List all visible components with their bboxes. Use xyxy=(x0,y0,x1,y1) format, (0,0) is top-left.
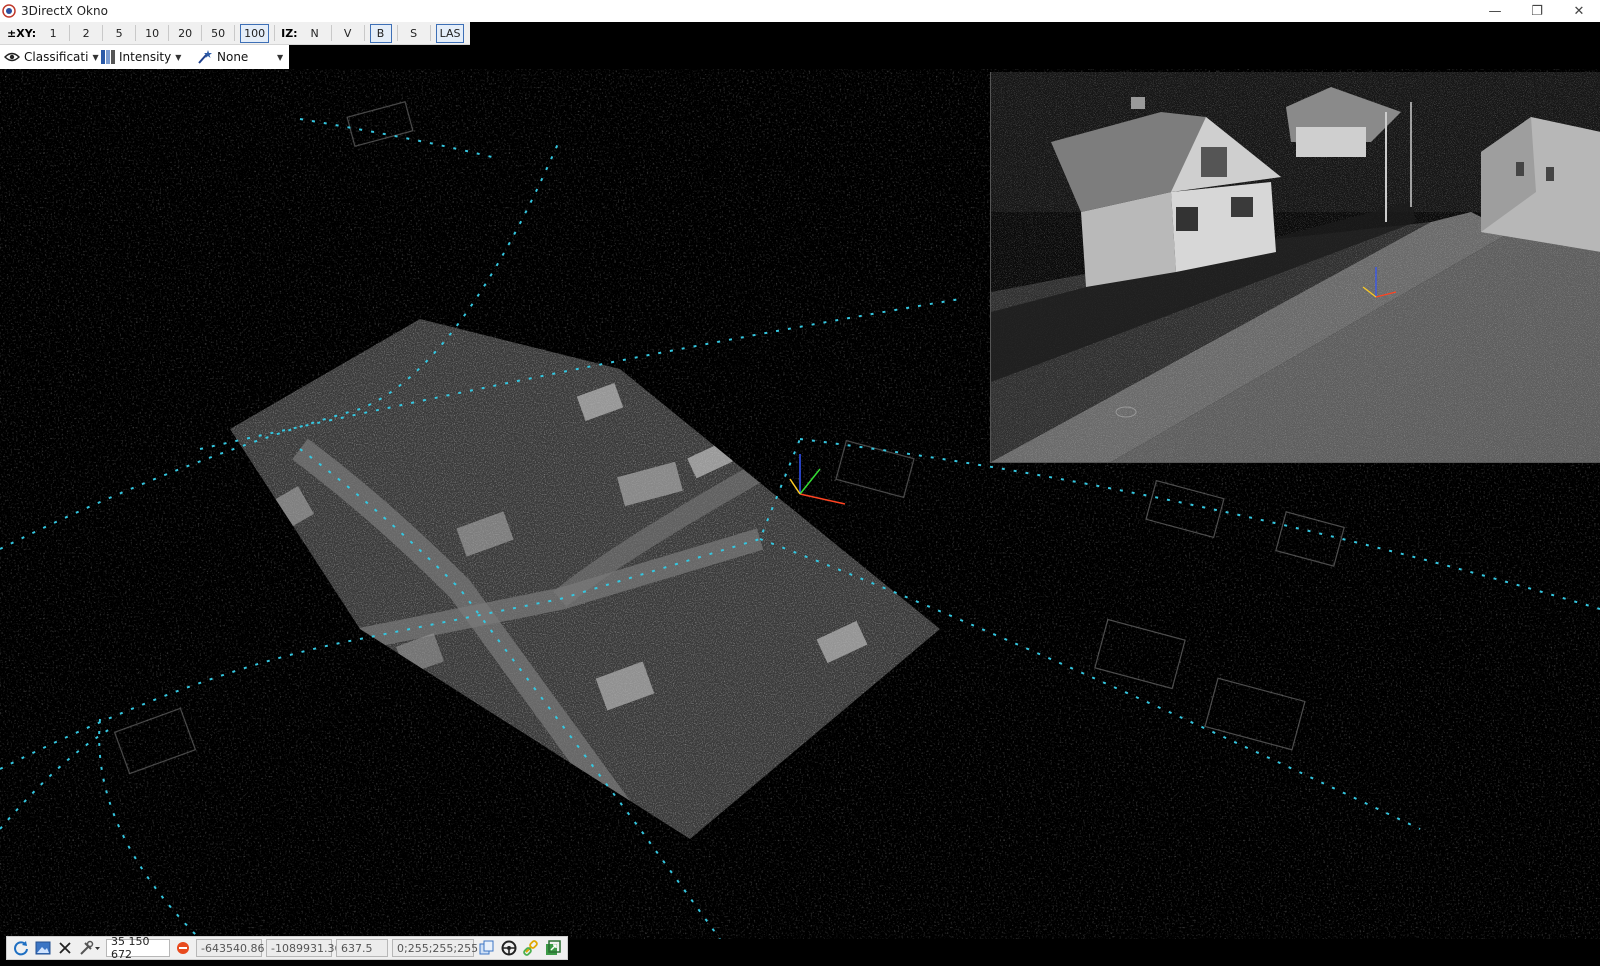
las-button[interactable]: LAS xyxy=(435,23,465,43)
export-icon[interactable] xyxy=(543,938,563,958)
xy-step-label: ±XY: xyxy=(7,26,37,40)
steering-wheel-icon[interactable] xyxy=(499,938,519,958)
xy-step-1-button[interactable]: 1 xyxy=(42,24,64,43)
street-view-inset[interactable] xyxy=(990,72,1600,463)
toolbar-separator xyxy=(102,25,104,41)
xy-step-2-button[interactable]: 2 xyxy=(75,24,97,43)
filter-dropdown[interactable]: None ▼ xyxy=(197,46,289,68)
color-mode-dropdown[interactable]: Intensity ▼ xyxy=(101,46,193,68)
rgba-value-field: 0;255;255;255 xyxy=(392,939,478,957)
z-mode-label: IZ: xyxy=(281,26,298,40)
color-mode-value: Intensity xyxy=(119,50,172,64)
xy-step-100-button[interactable]: 100 xyxy=(240,23,270,43)
link-icon[interactable] xyxy=(521,938,541,958)
xy-step-50-button[interactable]: 50 xyxy=(207,24,229,43)
restore-button[interactable]: ❐ xyxy=(1516,0,1558,22)
xy-step-10-button[interactable]: 10 xyxy=(141,24,163,43)
toolbar-separator xyxy=(69,25,71,41)
wand-icon xyxy=(197,50,213,64)
z-mode-s-button[interactable]: S xyxy=(403,24,425,43)
display-toolbar: Classificati ▼ Intensity ▼ None ▼ xyxy=(0,45,289,69)
app-logo-icon xyxy=(2,4,16,18)
xy-step-20-button[interactable]: 20 xyxy=(174,24,196,43)
z-mode-n-button[interactable]: N xyxy=(304,24,326,43)
z-mode-b-button[interactable]: B xyxy=(369,23,392,43)
image-icon[interactable] xyxy=(33,938,53,958)
x-coordinate-field: -643540.86 xyxy=(196,939,264,957)
status-toolbar: 35 150 672 -643540.86 -1089931.36 637.5 … xyxy=(6,935,568,961)
window-controls: — ❐ ✕ xyxy=(1474,0,1600,22)
filter-value: None xyxy=(217,50,249,64)
stop-icon[interactable] xyxy=(173,938,193,958)
toolbar-separator xyxy=(274,25,276,41)
toolbar-separator xyxy=(234,25,236,41)
close-button[interactable]: ✕ xyxy=(1558,0,1600,22)
toolbar-separator xyxy=(135,25,137,41)
minimize-button[interactable]: — xyxy=(1474,0,1516,22)
tools-icon[interactable] xyxy=(77,938,103,958)
xy-step-5-button[interactable]: 5 xyxy=(108,24,130,43)
toolbar-separator xyxy=(363,25,365,41)
title-bar: 3DirectX Okno — ❐ ✕ xyxy=(0,0,1600,22)
window-title: 3DirectX Okno xyxy=(21,4,108,18)
street-view-canvas[interactable] xyxy=(991,72,1600,462)
eye-icon xyxy=(4,51,20,63)
refresh-icon[interactable] xyxy=(11,938,31,958)
z-coordinate-field: 637.5 xyxy=(336,939,388,957)
toolbar-separator xyxy=(396,25,398,41)
toolbar-separator xyxy=(429,25,431,41)
toolbar-separator xyxy=(168,25,170,41)
close-icon[interactable] xyxy=(55,938,75,958)
chevron-down-icon: ▼ xyxy=(277,52,284,62)
point-count-field: 35 150 672 xyxy=(106,935,170,961)
chevron-down-icon: ▼ xyxy=(175,52,182,62)
copy-icon[interactable] xyxy=(477,938,497,958)
intensity-icon xyxy=(101,50,115,64)
chevron-down-icon: ▼ xyxy=(92,52,99,62)
classification-dropdown[interactable]: Classificati ▼ xyxy=(4,46,99,68)
toolbar-separator xyxy=(330,25,332,41)
toolbar-separator xyxy=(201,25,203,41)
classification-value: Classificati xyxy=(24,50,89,64)
step-toolbar: ±XY: 1 2 5 10 20 50 100 IZ: N V B S LAS xyxy=(0,22,471,45)
y-coordinate-field: -1089931.36 xyxy=(266,939,341,957)
z-mode-v-button[interactable]: V xyxy=(337,24,359,43)
